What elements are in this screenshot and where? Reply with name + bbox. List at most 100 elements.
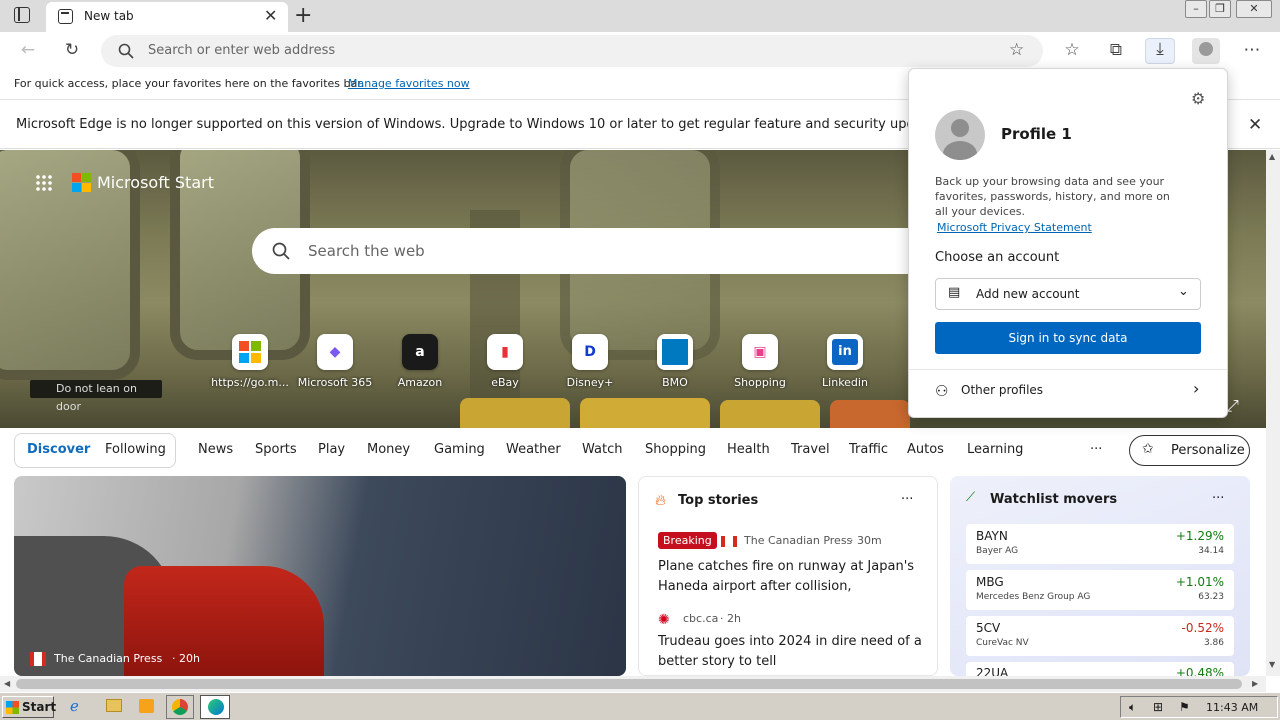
watchlist-row[interactable]: 22UA +0.48% — [966, 662, 1234, 676]
profile-settings-icon[interactable]: ⚙ — [1191, 89, 1205, 108]
hero-card-age: · 20h — [172, 652, 200, 665]
change: +1.29% — [1175, 529, 1224, 543]
nav-shopping[interactable]: Shopping — [645, 442, 706, 457]
settings-more-icon[interactable]: ⋯ — [1237, 40, 1267, 60]
tab-new-tab[interactable]: New tab ✕ — [46, 2, 288, 32]
watchlist-row[interactable]: MBG Mercedes Benz Group AG +1.01% 63.23 — [966, 570, 1234, 610]
nav-sports[interactable]: Sports — [255, 442, 297, 457]
ticker: 22UA — [976, 666, 1009, 676]
tile-label[interactable]: eBay — [460, 376, 550, 389]
story-age: · 30m — [850, 534, 882, 547]
company-name: Mercedes Benz Group AG — [976, 592, 1091, 602]
nav-travel[interactable]: Travel — [791, 442, 830, 457]
close-tab-icon[interactable]: ✕ — [264, 6, 277, 25]
add-account-dropdown[interactable]: ▤ Add new account ⌄ — [935, 278, 1201, 310]
tile-label[interactable]: Shopping — [715, 376, 805, 389]
back-icon[interactable]: ← — [13, 40, 43, 60]
tab-following[interactable]: Following — [105, 442, 166, 457]
tile-label[interactable]: https://go.m... — [205, 376, 295, 389]
watchlist-row[interactable]: 5CV CureVac NV -0.52% 3.86 — [966, 616, 1234, 656]
vertical-scrollbar[interactable]: ▲ ▼ — [1266, 150, 1280, 676]
nav-more-icon[interactable]: ··· — [1090, 442, 1102, 457]
tab-discover[interactable]: Discover — [27, 442, 90, 457]
microsoft-start-brand[interactable]: Microsoft Start — [72, 172, 214, 196]
nav-money[interactable]: Money — [367, 442, 410, 457]
web-search-box[interactable]: Search the web — [252, 228, 932, 274]
media-player-icon[interactable] — [139, 699, 154, 713]
tile-label[interactable]: Amazon — [375, 376, 465, 389]
company-name: CureVac NV — [976, 638, 1029, 648]
minimize-button[interactable]: – — [1185, 0, 1207, 18]
tile-label[interactable]: BMO — [630, 376, 720, 389]
close-infobar-icon[interactable]: ✕ — [1248, 115, 1262, 135]
watchlist-row[interactable]: BAYN Bayer AG +1.29% 34.14 — [966, 524, 1234, 564]
watchlist-movers-card: ⟋ Watchlist movers ··· BAYN Bayer AG +1.… — [950, 476, 1250, 676]
tile-microsoft365-icon[interactable]: ◆ — [317, 334, 353, 370]
web-search-placeholder: Search the web — [308, 242, 425, 260]
price: 3.86 — [1203, 638, 1224, 648]
personalize-button[interactable]: ✩ Personalize — [1129, 435, 1250, 466]
collections-icon[interactable]: ⧉ — [1101, 40, 1131, 60]
nav-weather[interactable]: Weather — [506, 442, 561, 457]
explorer-folder-icon[interactable] — [106, 699, 122, 712]
tile-label[interactable]: Linkedin — [800, 376, 890, 389]
personalize-label: Personalize — [1171, 443, 1245, 458]
story-headline[interactable]: Trudeau goes into 2024 in dire need of a… — [658, 632, 923, 672]
nav-autos[interactable]: Autos — [907, 442, 944, 457]
nav-watch[interactable]: Watch — [582, 442, 622, 457]
top-stories-more-icon[interactable]: ··· — [901, 492, 913, 507]
story-headline[interactable]: Plane catches fire on runway at Japan's … — [658, 557, 923, 597]
flag-icon[interactable]: ⚑ — [1179, 700, 1190, 714]
scroll-thumb[interactable] — [16, 679, 1242, 689]
chrome-icon[interactable] — [166, 695, 194, 719]
infobar-message: Microsoft Edge is no longer supported on… — [16, 117, 908, 132]
favorites-icon[interactable]: ☆ — [1057, 40, 1087, 60]
ticker: 5CV — [976, 621, 1001, 635]
downloads-icon[interactable]: ⤓ — [1145, 38, 1175, 64]
restore-button[interactable]: ❐ — [1209, 0, 1231, 18]
price: 34.14 — [1198, 546, 1224, 556]
watchlist-title: Watchlist movers — [990, 492, 1118, 507]
volume-icon[interactable]: 🔈︎ — [1129, 700, 1136, 715]
apps-grid-icon[interactable] — [35, 174, 53, 192]
privacy-statement-link[interactable]: Microsoft Privacy Statement — [937, 221, 1092, 234]
nav-traffic[interactable]: Traffic — [849, 442, 888, 457]
nav-learning[interactable]: Learning — [967, 442, 1023, 457]
tile-disney-icon[interactable]: D — [572, 334, 608, 370]
tile-amazon-icon[interactable]: a — [402, 334, 438, 370]
tile-label[interactable]: Microsoft 365 — [290, 376, 380, 389]
search-icon — [118, 43, 134, 59]
address-bar[interactable]: Search or enter web address ☆ — [101, 35, 1043, 67]
tile-bmo-icon[interactable] — [657, 334, 693, 370]
other-profiles-row[interactable]: ⚇ Other profiles › — [909, 370, 1227, 415]
ie-icon[interactable]: ℯ — [70, 697, 79, 715]
change: +1.01% — [1175, 575, 1224, 589]
horizontal-scrollbar[interactable]: ◀ ▶ — [0, 676, 1266, 692]
watchlist-more-icon[interactable]: ··· — [1212, 491, 1224, 506]
nav-play[interactable]: Play — [318, 442, 345, 457]
manage-favorites-link[interactable]: Manage favorites now — [348, 77, 470, 90]
tile-label[interactable]: Disney+ — [545, 376, 635, 389]
source-logo-icon — [30, 652, 46, 666]
network-icon[interactable]: ⊞ — [1153, 700, 1163, 714]
add-favorite-icon[interactable]: ☆ — [1009, 40, 1024, 60]
microsoft-start-label: Microsoft Start — [97, 173, 214, 192]
sign-in-sync-button[interactable]: Sign in to sync data — [935, 322, 1201, 354]
tab-actions-icon[interactable] — [14, 7, 30, 23]
close-window-button[interactable]: ✕ — [1236, 0, 1272, 18]
new-tab-button[interactable]: + — [294, 3, 312, 28]
tile-microsoft-icon[interactable] — [232, 334, 268, 370]
start-button[interactable]: Start — [2, 696, 56, 718]
refresh-icon[interactable]: ↻ — [57, 40, 87, 60]
tile-linkedin-icon[interactable]: in — [827, 334, 863, 370]
profile-avatar-button[interactable] — [1192, 38, 1220, 64]
tile-shopping-icon[interactable]: ▣ — [742, 334, 778, 370]
nav-gaming[interactable]: Gaming — [434, 442, 485, 457]
edge-taskbar-icon[interactable] — [200, 695, 230, 719]
nav-health[interactable]: Health — [727, 442, 770, 457]
nav-news[interactable]: News — [198, 442, 233, 457]
tile-ebay-icon[interactable]: ▮ — [487, 334, 523, 370]
door-sign-text: Do not lean on door — [56, 382, 137, 413]
hero-news-card[interactable]: The Canadian Press · 20h — [14, 476, 626, 676]
address-placeholder: Search or enter web address — [148, 43, 336, 58]
